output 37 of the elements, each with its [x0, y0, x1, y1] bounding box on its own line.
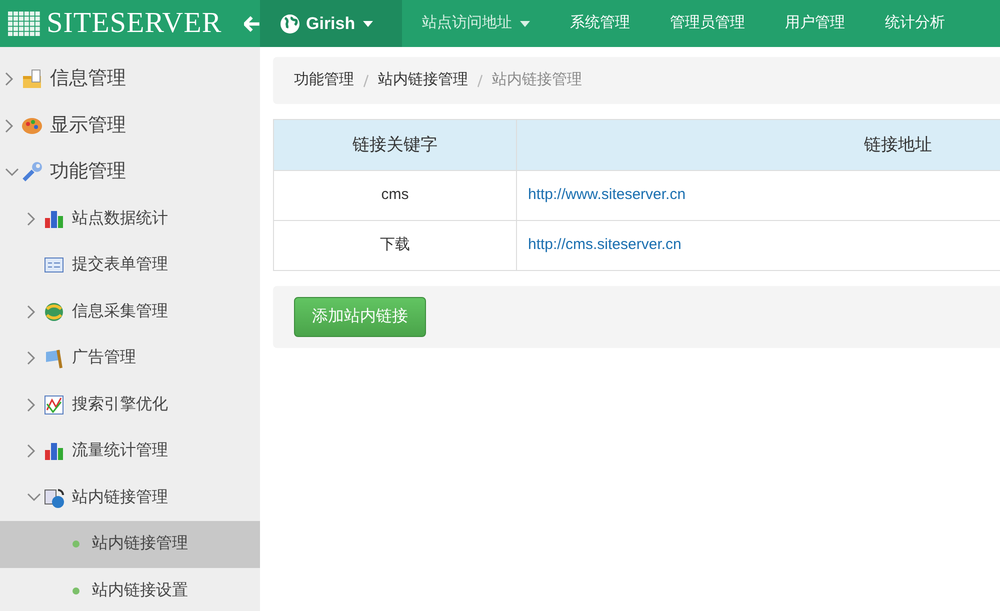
sidebar-item[interactable]: 功能管理 [0, 149, 260, 196]
document-globe-icon [43, 486, 65, 509]
column-header: 链接关键字 [274, 120, 516, 170]
sidebar-item[interactable]: 站内链接管理 [0, 474, 260, 521]
sidebar-item[interactable]: 站内链接设置 [0, 568, 260, 611]
sidebar-item[interactable]: 流量统计管理 [0, 428, 260, 474]
sidebar-item[interactable]: 信息管理 [0, 56, 260, 102]
breadcrumb-item: 站内链接管理 [492, 70, 582, 90]
bullet-icon [72, 586, 80, 595]
column-header: 链接地址 [516, 120, 1000, 170]
table-cell: cms [274, 170, 516, 220]
grid-logo-icon [8, 10, 41, 36]
table-cell: 下载 [274, 220, 516, 270]
slash-separator-icon [477, 74, 483, 88]
site-switcher[interactable]: Girish [260, 0, 402, 47]
sidebar-item[interactable]: 信息采集管理 [0, 288, 260, 335]
line-chart-icon [43, 394, 65, 416]
flag-icon [43, 347, 65, 370]
bar-chart-icon [43, 440, 65, 462]
globe-icon [280, 14, 300, 34]
sidebar-item[interactable]: 站内链接管理 [0, 521, 260, 568]
slash-separator-icon [363, 74, 369, 88]
caret-icon [520, 20, 530, 26]
sidebar-item[interactable]: 搜索引擎优化 [0, 382, 260, 428]
caret-icon [363, 20, 374, 26]
globe-icon [43, 300, 65, 323]
sidebar-item[interactable]: 广告管理 [0, 335, 260, 382]
sidebar-item[interactable]: 提交表单管理 [0, 242, 260, 288]
breadcrumb-item[interactable]: 功能管理 [294, 69, 354, 92]
wrench-icon [21, 161, 43, 184]
sidebar-item[interactable]: 显示管理 [0, 102, 260, 149]
sidebar-item[interactable]: 站点数据统计 [0, 196, 260, 242]
bullet-icon [72, 540, 80, 548]
logo-text: SITESERVER [46, 9, 222, 38]
breadcrumb-item[interactable]: 站内链接管理 [378, 69, 468, 92]
back-arrow-icon[interactable] [244, 16, 260, 32]
folder-icon [21, 68, 43, 90]
